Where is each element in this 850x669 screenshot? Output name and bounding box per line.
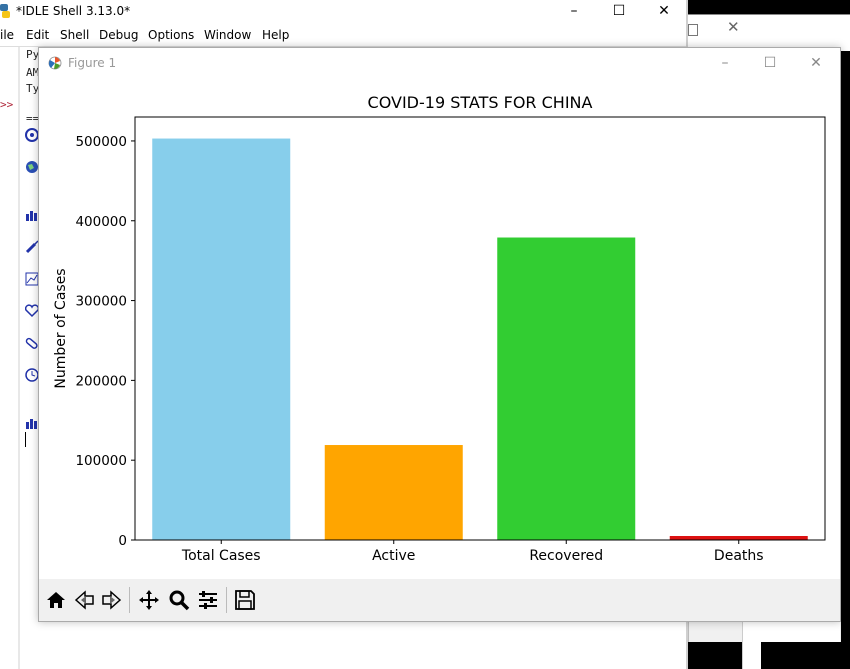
forward-icon[interactable] (101, 589, 123, 611)
bar-deaths (669, 536, 808, 540)
heart-icon (25, 304, 39, 318)
idle-maximize-button[interactable]: ☐ (597, 0, 641, 24)
y-tick-label: 0 (118, 533, 127, 549)
toolbar-separator (129, 587, 130, 613)
idle-window-title: *IDLE Shell 3.13.0* (16, 4, 131, 18)
text-cursor (25, 432, 26, 447)
line-chart-icon (25, 272, 39, 286)
back-icon[interactable] (73, 589, 95, 611)
python-logo-icon (0, 4, 10, 18)
home-icon[interactable] (45, 589, 67, 611)
y-tick-label: 300000 (75, 294, 127, 310)
bar-chart: Total Cases Active Recovered Deaths 0 100000 2… (53, 93, 826, 564)
bar-recovered (497, 237, 636, 541)
navigation-toolbar (39, 579, 840, 621)
figure-window: Figure 1 – ☐ ✕ Total Cases Active Recovere… (38, 47, 841, 622)
syringe-icon (25, 240, 39, 254)
save-icon[interactable] (234, 589, 256, 611)
x-tick-label: Recovered (529, 548, 603, 564)
x-tick-label: Deaths (714, 548, 764, 564)
pan-icon[interactable] (138, 589, 160, 611)
y-tick-label: 200000 (75, 373, 127, 389)
x-tick-label: Total Cases (181, 548, 261, 564)
menu-window[interactable]: Window (204, 28, 251, 42)
pill-icon (25, 337, 38, 349)
globe-icon (26, 161, 38, 173)
configure-subplots-icon[interactable] (197, 589, 219, 611)
background-window[interactable] (688, 14, 850, 51)
background-close-button[interactable]: ✕ (727, 18, 740, 36)
idle-minimize-button[interactable]: – (552, 0, 596, 24)
y-tick-label: 400000 (75, 214, 127, 230)
bar-total-cases (152, 138, 291, 540)
clock-icon (25, 368, 39, 382)
window-frame (688, 24, 698, 36)
chart-title: COVID-19 STATS FOR CHINA (368, 93, 593, 112)
shell-sidebar (18, 47, 20, 669)
zoom-icon[interactable] (168, 589, 190, 611)
y-tick-label: 100000 (75, 453, 127, 469)
menu-file[interactable]: ile (0, 28, 14, 42)
menu-debug[interactable]: Debug (99, 28, 138, 42)
x-tick-label: Active (372, 548, 415, 564)
menu-edit[interactable]: Edit (26, 28, 49, 42)
menu-options[interactable]: Options (148, 28, 194, 42)
target-icon (25, 128, 39, 142)
y-tick-label: 500000 (75, 134, 127, 150)
shell-prompt: >> (0, 98, 14, 111)
bar-chart-icon (26, 211, 37, 221)
toolbar-separator (226, 587, 227, 613)
bar-chart-icon (26, 419, 37, 429)
idle-close-button[interactable]: ✕ (642, 0, 686, 24)
menu-shell[interactable]: Shell (60, 28, 89, 42)
idle-titlebar[interactable]: *IDLE Shell 3.13.0* – ☐ ✕ (0, 0, 688, 24)
menu-help[interactable]: Help (262, 28, 289, 42)
bar-active (324, 445, 463, 540)
y-axis-label: Number of Cases (53, 268, 69, 388)
